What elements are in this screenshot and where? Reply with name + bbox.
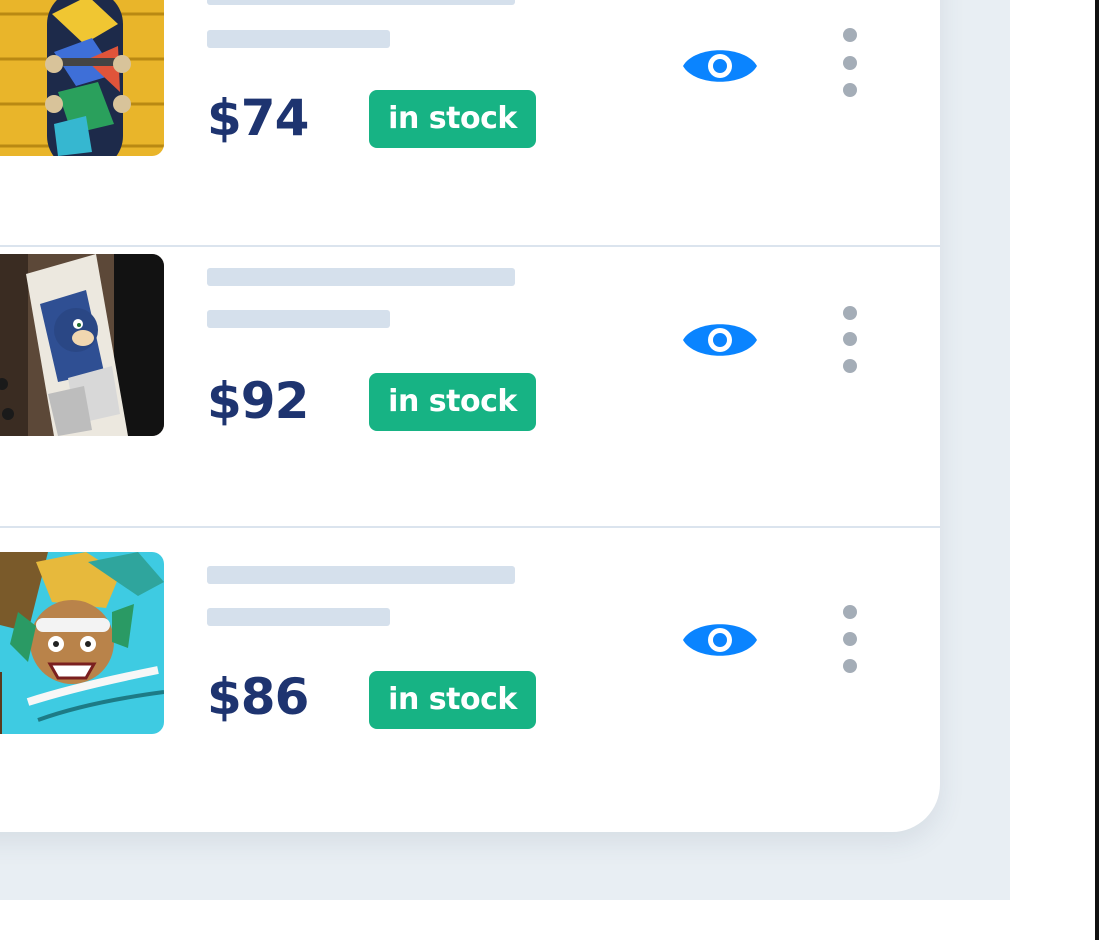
subtitle-placeholder [207, 30, 390, 48]
more-vertical-icon [843, 605, 857, 619]
subtitle-placeholder [207, 608, 390, 626]
kebab-dot [843, 659, 857, 673]
title-placeholder [207, 268, 515, 286]
product-row[interactable]: $74 in stock [0, 0, 940, 206]
eye-icon [683, 324, 757, 356]
product-thumbnail[interactable] [0, 552, 164, 734]
app-stage: $74 in stock $92 in stock $86 in stock [0, 0, 1100, 940]
kebab-dot [843, 83, 857, 97]
eye-icon [683, 624, 757, 656]
more-vertical-icon [843, 28, 857, 42]
more-options-button[interactable] [836, 605, 864, 677]
eye-icon [683, 50, 757, 82]
product-price: $74 [207, 89, 309, 147]
kebab-dot [843, 632, 857, 646]
status-badge: in stock [369, 373, 536, 431]
product-thumbnail[interactable] [0, 0, 164, 156]
kebab-dot [843, 332, 857, 346]
status-badge: in stock [369, 90, 536, 148]
title-placeholder [207, 566, 515, 584]
view-button[interactable] [681, 614, 759, 666]
more-options-button[interactable] [836, 28, 864, 100]
product-row[interactable]: $86 in stock [0, 489, 940, 792]
product-list-card: $74 in stock $92 in stock $86 in stock [0, 0, 940, 832]
status-badge: in stock [369, 671, 536, 729]
product-thumbnail[interactable] [0, 254, 164, 436]
subtitle-placeholder [207, 310, 390, 328]
view-button[interactable] [681, 314, 759, 366]
window-edge [1095, 0, 1099, 940]
product-row[interactable]: $92 in stock [0, 208, 940, 486]
kebab-dot [843, 56, 857, 70]
kebab-dot [843, 359, 857, 373]
more-options-button[interactable] [836, 306, 864, 378]
product-price: $92 [207, 372, 309, 430]
more-vertical-icon [843, 306, 857, 320]
view-button[interactable] [681, 40, 759, 92]
product-price: $86 [207, 668, 309, 726]
title-placeholder [207, 0, 515, 5]
